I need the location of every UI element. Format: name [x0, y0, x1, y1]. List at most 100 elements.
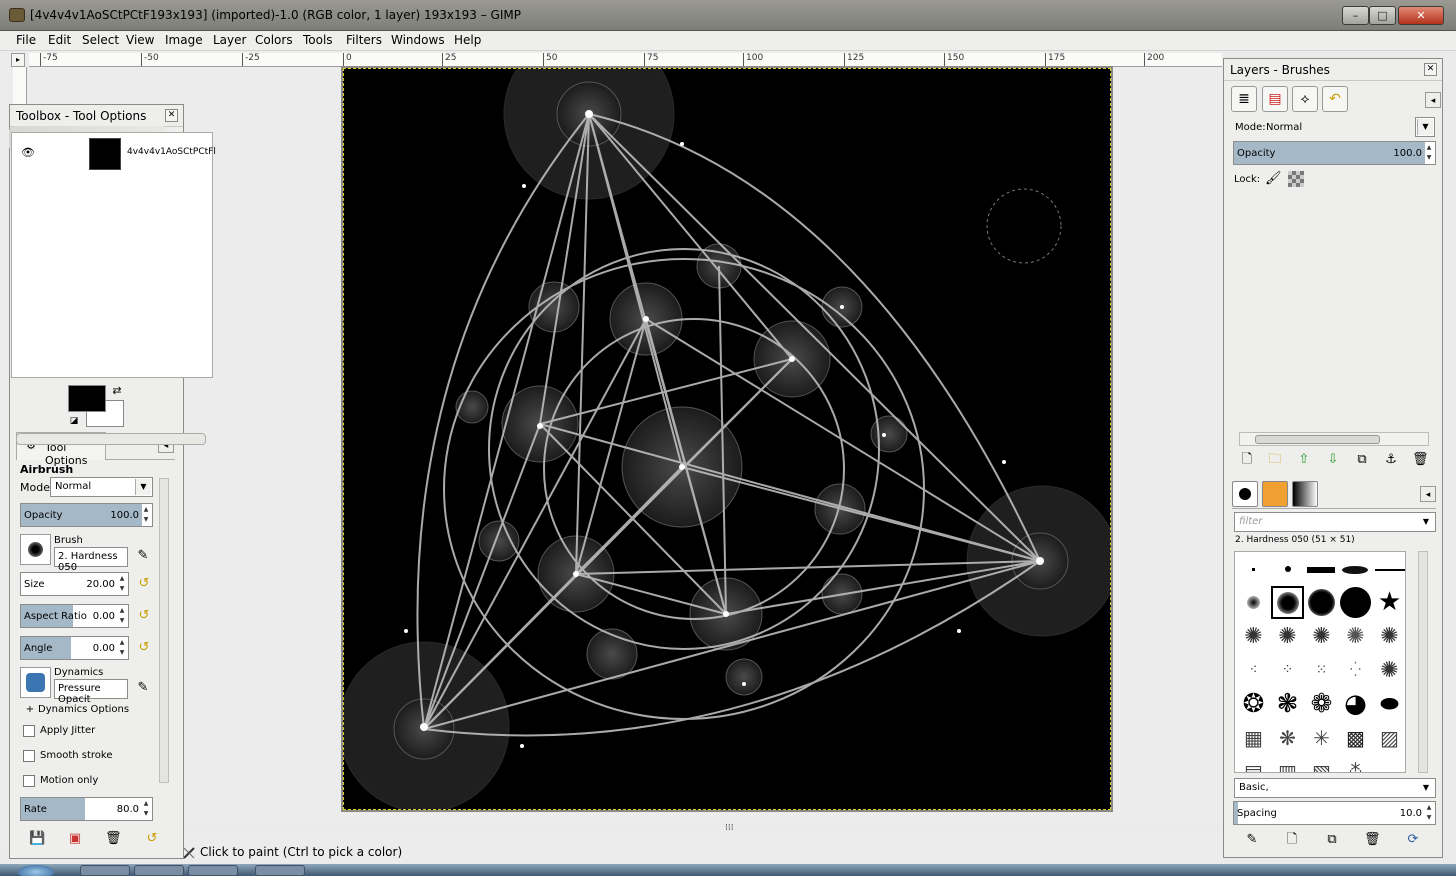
spin-arrows-icon[interactable]: ▲ ▼	[117, 638, 127, 658]
brush-cell[interactable]	[1373, 554, 1405, 587]
brush-cell[interactable]: ⁛	[1339, 654, 1372, 687]
toolbox-close-icon[interactable]: ✕	[165, 109, 178, 122]
brush-cell[interactable]: ★	[1373, 586, 1405, 619]
layer-opacity-slider[interactable]: Opacity 100.0 ▲ ▼	[1233, 141, 1436, 165]
brush-cell[interactable]	[1305, 554, 1338, 587]
brush-cell[interactable]: ▦	[1237, 722, 1270, 755]
default-colors-icon[interactable]: ◪	[66, 413, 82, 429]
edit-dynamics-icon[interactable]: ✎	[135, 680, 151, 696]
image-canvas[interactable]	[341, 66, 1113, 812]
spin-arrows-icon[interactable]: ▲ ▼	[1424, 143, 1434, 163]
duplicate-layer-icon[interactable]: ⧉	[1354, 452, 1370, 468]
anchor-layer-icon[interactable]: ⚓	[1383, 452, 1399, 468]
motion-only-checkbox[interactable]	[23, 775, 35, 787]
tab-paths-icon[interactable]: ⟡	[1292, 86, 1318, 112]
brush-cell[interactable]	[1339, 586, 1372, 619]
brush-cell[interactable]: ⁘	[1271, 654, 1304, 687]
brush-cell[interactable]: ✺	[1339, 620, 1372, 653]
menu-colors[interactable]: Colors	[255, 33, 293, 47]
foreground-color-swatch[interactable]	[68, 385, 106, 412]
menu-windows[interactable]: Windows	[391, 33, 445, 47]
smooth-stroke-checkbox[interactable]	[23, 750, 35, 762]
brush-cell[interactable]: ❂	[1237, 688, 1270, 721]
swap-colors-icon[interactable]: ⇄	[109, 383, 125, 399]
menu-view[interactable]: View	[126, 33, 154, 47]
layer-hscrollbar[interactable]	[16, 433, 206, 445]
spin-arrows-icon[interactable]: ▲ ▼	[141, 505, 151, 525]
spin-arrows-icon[interactable]: ▲ ▼	[1424, 803, 1434, 823]
delete-brush-icon[interactable]: 🗑	[1364, 832, 1381, 848]
brush-spacing-slider[interactable]: Spacing 10.0 ▲ ▼	[1233, 801, 1436, 825]
new-brush-icon[interactable]: 🗋	[1284, 832, 1300, 848]
dock-tab-menu-icon[interactable]: ◂	[1425, 92, 1441, 108]
brush-cell-selected[interactable]	[1271, 586, 1304, 619]
brush-cell[interactable]: ▩	[1339, 722, 1372, 755]
delete-layer-icon[interactable]: 🗑	[1412, 452, 1429, 468]
brushes-tab-menu-icon[interactable]: ◂	[1420, 486, 1436, 502]
size-slider[interactable]: Size 20.00 ▲ ▼	[20, 572, 129, 596]
dynamics-options-expander[interactable]: Dynamics Options	[38, 704, 129, 715]
dynamics-preview[interactable]	[20, 667, 51, 698]
horizontal-ruler[interactable]: -75 -50 -25 0 25 50 75 100 125 150 175 2…	[29, 53, 1222, 67]
brush-name-field[interactable]: 2. Hardness 050	[54, 547, 128, 573]
menu-image[interactable]: Image	[165, 33, 203, 47]
apply-jitter-checkbox[interactable]	[23, 725, 35, 737]
brush-cell[interactable]	[1305, 586, 1338, 619]
lock-pixels-icon[interactable]: 🖌	[1265, 171, 1282, 187]
reset-angle-icon[interactable]: ↺	[136, 640, 152, 656]
save-options-icon[interactable]: 💾	[29, 831, 45, 847]
angle-slider[interactable]: Angle 0.00 ▲ ▼	[20, 636, 129, 660]
minimize-button[interactable]: –	[1342, 6, 1369, 25]
brush-cell[interactable]	[1271, 554, 1304, 587]
brush-cell[interactable]: ⁙	[1305, 654, 1338, 687]
brush-cell[interactable]	[1237, 554, 1270, 587]
brush-cell[interactable]: ✺	[1373, 620, 1405, 653]
reset-size-icon[interactable]: ↺	[136, 576, 152, 592]
brush-cell[interactable]: ⁖	[1237, 654, 1270, 687]
canvas-horizontal-scrollbar[interactable]: ⁞⁞⁞	[185, 821, 1222, 834]
brush-cell[interactable]: ▥	[1271, 756, 1304, 772]
brush-cell[interactable]: ▨	[1373, 722, 1405, 755]
menu-help[interactable]: Help	[454, 33, 481, 47]
lower-layer-icon[interactable]: ⇩	[1325, 452, 1341, 468]
tab-layers-icon[interactable]: ≣	[1231, 86, 1257, 112]
spin-arrows-icon[interactable]: ▲ ▼	[117, 574, 127, 594]
reset-options-icon[interactable]: ↺	[144, 831, 160, 847]
mode-select[interactable]: Normal ▼	[50, 477, 153, 497]
brush-cell[interactable]: ❋	[1271, 722, 1304, 755]
taskbar-item[interactable]	[188, 865, 238, 876]
tab-patterns-icon[interactable]	[1262, 481, 1288, 507]
brush-preview[interactable]	[20, 534, 51, 565]
brush-filter-input[interactable]: filter ▼	[1234, 512, 1436, 532]
brush-cell[interactable]: ⬬	[1373, 688, 1405, 721]
rate-slider[interactable]: Rate 80.0 ▲ ▼	[20, 797, 153, 821]
raise-layer-icon[interactable]: ⇧	[1296, 452, 1312, 468]
menu-edit[interactable]: Edit	[48, 33, 71, 47]
brush-cell[interactable]: ▧	[1305, 756, 1338, 772]
aspect-ratio-slider[interactable]: Aspect Ratio 0.00 ▲ ▼	[20, 604, 129, 628]
eye-icon[interactable]: 👁	[20, 145, 36, 161]
reset-aspect-icon[interactable]: ↺	[136, 608, 152, 624]
brush-cell[interactable]: ✺	[1237, 620, 1270, 653]
brush-cell[interactable]: ▤	[1237, 756, 1270, 772]
opacity-slider[interactable]: Opacity 100.0 ▲ ▼	[20, 503, 153, 527]
menu-tools[interactable]: Tools	[303, 33, 333, 47]
brush-cell[interactable]: ✺	[1271, 620, 1304, 653]
tab-channels-icon[interactable]: ▤	[1262, 86, 1288, 112]
dynamics-name-field[interactable]: Pressure Opacit	[54, 679, 128, 705]
menu-select[interactable]: Select	[82, 33, 119, 47]
expander-icon[interactable]: +	[22, 702, 38, 718]
quick-mask-corner-icon[interactable]: ▸	[11, 53, 25, 67]
brush-cell[interactable]: ❃	[1271, 688, 1304, 721]
edit-brush-icon[interactable]: ✎	[135, 548, 151, 564]
brush-cell[interactable]: ⁂	[1339, 756, 1372, 772]
brush-grid-scrollbar[interactable]	[1418, 551, 1428, 773]
refresh-brushes-icon[interactable]: ⟳	[1405, 832, 1421, 848]
tab-gradients-icon[interactable]	[1292, 481, 1318, 507]
menu-filters[interactable]: Filters	[346, 33, 382, 47]
lock-alpha-icon[interactable]	[1288, 171, 1304, 187]
layers-hscroll[interactable]	[1239, 432, 1429, 446]
spin-arrows-icon[interactable]: ▲ ▼	[117, 606, 127, 626]
menu-layer[interactable]: Layer	[213, 33, 246, 47]
layer-row[interactable]: 👁 4v4v4v1AoSCtPCtFl	[12, 133, 216, 174]
